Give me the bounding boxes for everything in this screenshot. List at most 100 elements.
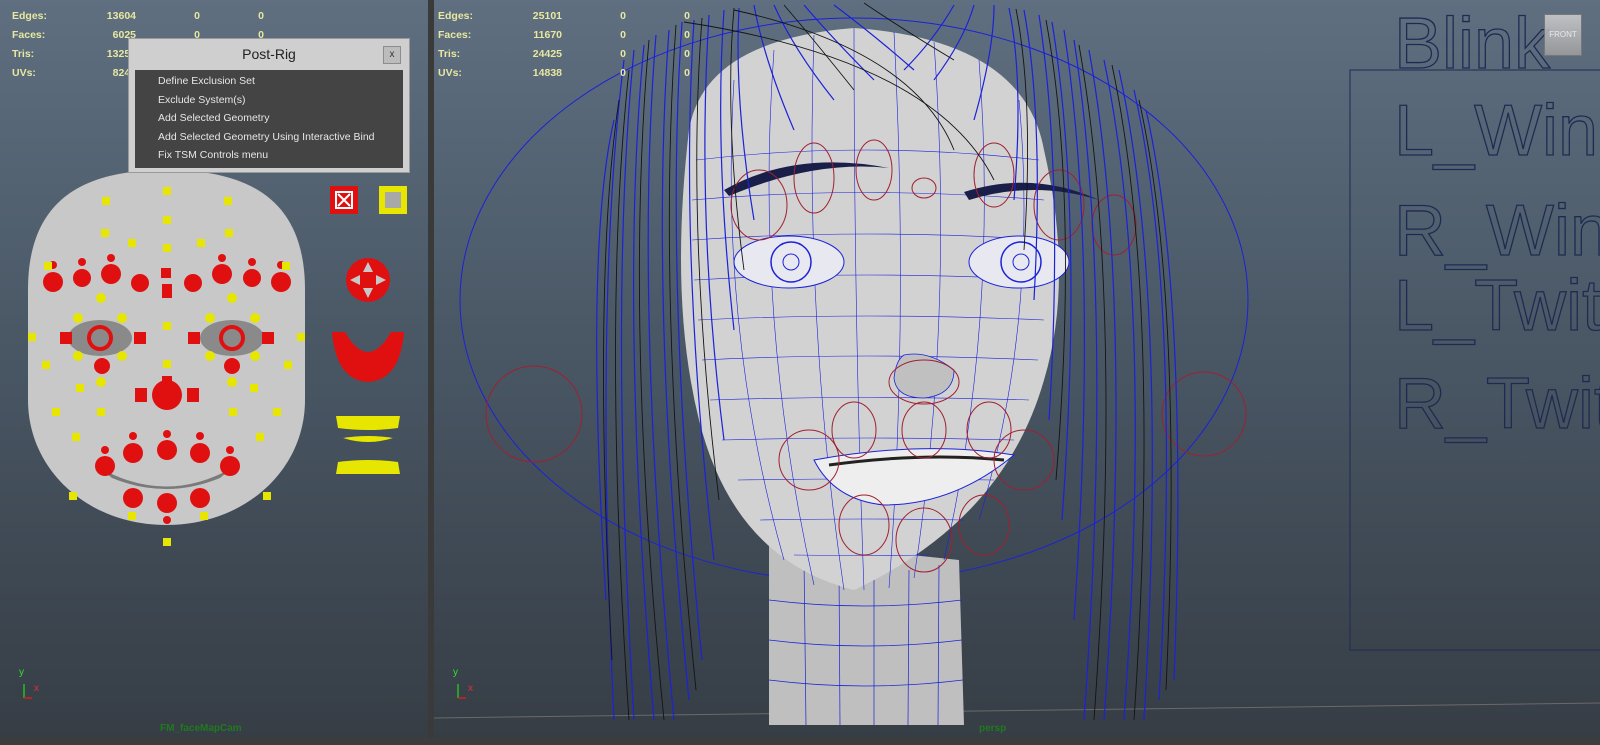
menu-item-add-geometry-interactive-bind[interactable]: Add Selected Geometry Using Interactive … bbox=[135, 128, 403, 147]
brow-control[interactable] bbox=[131, 274, 149, 292]
perspective-viewport[interactable]: Blink L_Wink R_Wink L_Twitch R_Twitch bbox=[434, 0, 1600, 738]
yellow-control[interactable] bbox=[250, 384, 258, 392]
small-control[interactable] bbox=[101, 446, 109, 454]
square-control[interactable] bbox=[60, 332, 72, 344]
menu-item-exclude-systems[interactable]: Exclude System(s) bbox=[135, 91, 403, 110]
yellow-control[interactable] bbox=[282, 262, 290, 270]
lip-control[interactable] bbox=[123, 488, 143, 508]
yellow-control[interactable] bbox=[128, 239, 136, 247]
lower-teeth-control[interactable] bbox=[336, 460, 400, 474]
small-control[interactable] bbox=[163, 516, 171, 524]
brow-control[interactable] bbox=[271, 272, 291, 292]
yellow-control[interactable] bbox=[102, 197, 110, 205]
yellow-control[interactable] bbox=[128, 512, 136, 520]
menu-item-define-exclusion-set[interactable]: Define Exclusion Set bbox=[135, 72, 403, 91]
scene-canvas[interactable]: Blink L_Wink R_Wink L_Twitch R_Twitch bbox=[434, 0, 1600, 738]
post-rig-menu-window[interactable]: Post-Rig x Define Exclusion Set Exclude … bbox=[128, 38, 410, 173]
eyelid-control[interactable] bbox=[117, 351, 127, 361]
blendshape-label-r-twitch[interactable]: R_Twitch bbox=[1393, 363, 1600, 444]
eyelid-control[interactable] bbox=[73, 313, 83, 323]
close-button[interactable]: x bbox=[383, 46, 401, 64]
yellow-control[interactable] bbox=[197, 239, 205, 247]
brow-control[interactable] bbox=[101, 264, 121, 284]
yellow-control[interactable] bbox=[163, 244, 171, 252]
eyelid-control[interactable] bbox=[205, 313, 215, 323]
brow-control[interactable] bbox=[184, 274, 202, 292]
lip-control[interactable] bbox=[220, 456, 240, 476]
tongue-control[interactable] bbox=[343, 436, 393, 442]
yellow-control[interactable] bbox=[263, 492, 271, 500]
yellow-control[interactable] bbox=[163, 322, 171, 330]
yellow-control[interactable] bbox=[224, 197, 232, 205]
yellow-control[interactable] bbox=[200, 512, 208, 520]
brow-control[interactable] bbox=[243, 269, 261, 287]
yellow-control[interactable] bbox=[284, 361, 292, 369]
square-control[interactable] bbox=[162, 376, 172, 384]
eyelid-control[interactable] bbox=[250, 313, 260, 323]
eyelid-control[interactable] bbox=[96, 377, 106, 387]
eyelid-control[interactable] bbox=[117, 313, 127, 323]
eyelid-control[interactable] bbox=[96, 293, 106, 303]
menu-item-fix-tsm-controls[interactable]: Fix TSM Controls menu bbox=[135, 146, 403, 165]
upper-teeth-control[interactable] bbox=[336, 416, 400, 430]
blendshape-label-r-wink[interactable]: R_Wink bbox=[1393, 190, 1600, 271]
nose-control[interactable] bbox=[152, 380, 182, 410]
yellow-control[interactable] bbox=[44, 262, 52, 270]
blendshape-label-l-twitch[interactable]: L_Twitch bbox=[1393, 265, 1600, 346]
brow-control[interactable] bbox=[212, 264, 232, 284]
cheek-control[interactable] bbox=[224, 358, 240, 374]
small-control[interactable] bbox=[129, 432, 137, 440]
lip-control[interactable] bbox=[190, 488, 210, 508]
small-control[interactable] bbox=[78, 258, 86, 266]
yellow-control[interactable] bbox=[256, 433, 264, 441]
lip-control[interactable] bbox=[95, 456, 115, 476]
yellow-control[interactable] bbox=[101, 229, 109, 237]
yellow-control[interactable] bbox=[225, 229, 233, 237]
menu-item-add-selected-geometry[interactable]: Add Selected Geometry bbox=[135, 109, 403, 128]
lip-control[interactable] bbox=[157, 493, 177, 513]
square-control[interactable] bbox=[262, 332, 274, 344]
small-control[interactable] bbox=[196, 432, 204, 440]
yellow-control[interactable] bbox=[163, 360, 171, 368]
yellow-control[interactable] bbox=[42, 361, 50, 369]
brow-control[interactable] bbox=[73, 269, 91, 287]
yellow-control[interactable] bbox=[28, 333, 36, 341]
view-cube[interactable]: FRONT bbox=[1544, 14, 1582, 56]
blendshape-label-l-wink[interactable]: L_Wink bbox=[1393, 90, 1600, 171]
cheek-control[interactable] bbox=[94, 358, 110, 374]
square-control[interactable] bbox=[187, 388, 199, 402]
eyelid-control[interactable] bbox=[227, 293, 237, 303]
yellow-control[interactable] bbox=[69, 492, 77, 500]
small-control[interactable] bbox=[218, 254, 226, 262]
yellow-control[interactable] bbox=[163, 216, 171, 224]
small-control[interactable] bbox=[248, 258, 256, 266]
square-control[interactable] bbox=[135, 388, 147, 402]
small-control[interactable] bbox=[163, 430, 171, 438]
eyelid-control[interactable] bbox=[250, 351, 260, 361]
eyelid-control[interactable] bbox=[205, 351, 215, 361]
yellow-control[interactable] bbox=[229, 408, 237, 416]
axis-y-label: y bbox=[19, 667, 24, 678]
lip-control[interactable] bbox=[123, 443, 143, 463]
small-control[interactable] bbox=[107, 254, 115, 262]
lip-control[interactable] bbox=[190, 443, 210, 463]
yellow-control[interactable] bbox=[273, 408, 281, 416]
yellow-control[interactable] bbox=[163, 187, 171, 195]
yellow-control[interactable] bbox=[163, 538, 171, 546]
yellow-control[interactable] bbox=[72, 433, 80, 441]
eyelid-control[interactable] bbox=[227, 377, 237, 387]
yellow-control[interactable] bbox=[76, 384, 84, 392]
square-control[interactable] bbox=[134, 332, 146, 344]
yellow-control[interactable] bbox=[52, 408, 60, 416]
brow-control[interactable] bbox=[43, 272, 63, 292]
yellow-control[interactable] bbox=[297, 333, 305, 341]
square-control[interactable] bbox=[161, 268, 171, 278]
small-control[interactable] bbox=[226, 446, 234, 454]
yellow-control[interactable] bbox=[97, 408, 105, 416]
jaw-control[interactable] bbox=[332, 332, 404, 382]
lip-control[interactable] bbox=[157, 440, 177, 460]
square-control[interactable] bbox=[162, 284, 172, 298]
square-control[interactable] bbox=[188, 332, 200, 344]
eyelid-control[interactable] bbox=[73, 351, 83, 361]
blendshape-label-blink[interactable]: Blink bbox=[1393, 3, 1551, 84]
